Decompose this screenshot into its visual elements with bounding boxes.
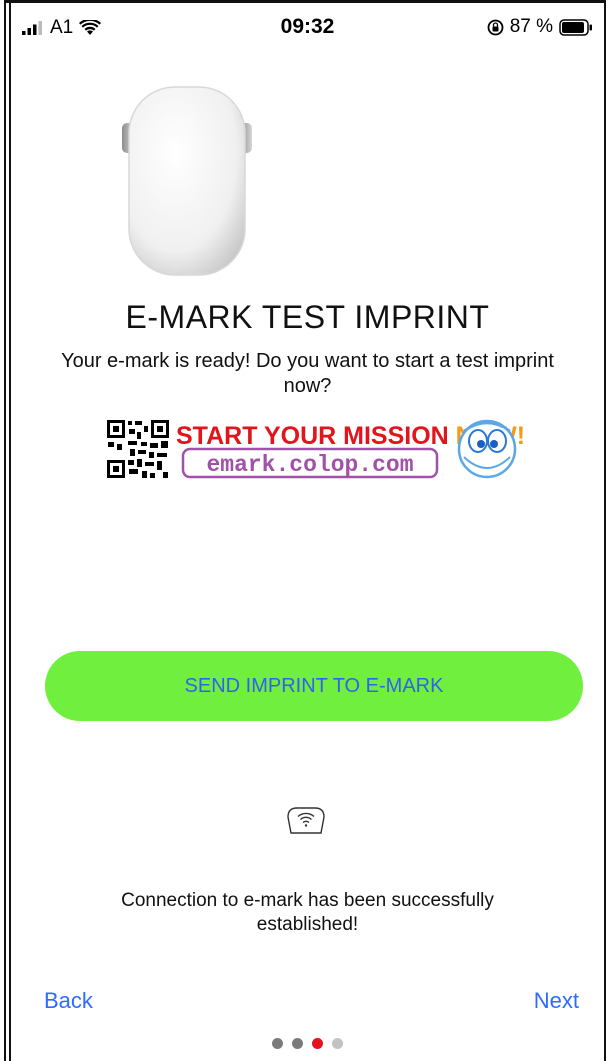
connection-status-text: Connection to e-mark has been successful… <box>121 890 494 935</box>
page-dot <box>332 1038 343 1049</box>
page-dot-active <box>312 1038 323 1049</box>
rotation-lock-icon <box>487 19 504 35</box>
frame-left-border-inner <box>9 0 11 1061</box>
screen: A1 09:32 87 % E-MARK TEST IMPRINT Your e… <box>12 3 603 1061</box>
status-bar: A1 09:32 87 % <box>12 3 603 49</box>
back-button[interactable]: Back <box>44 988 93 1014</box>
page-title: E-MARK TEST IMPRINT <box>125 299 490 335</box>
emark-device-image <box>122 86 252 276</box>
page-dot <box>292 1038 303 1049</box>
battery-percentage: 87 % <box>509 16 553 37</box>
mission-banner: START YOUR MISSION NOW! emark.colop.com <box>106 419 524 479</box>
connection-icon <box>287 807 325 834</box>
page-indicator <box>12 1038 603 1049</box>
frame-right-border <box>604 0 606 1061</box>
page-dot <box>272 1038 283 1049</box>
send-imprint-button[interactable]: SEND IMPRINT TO E-MARK <box>45 651 583 721</box>
banner-url: emark.colop.com <box>206 452 413 478</box>
page-subtitle: Your e-mark is ready! Do you want to sta… <box>61 350 554 397</box>
mascot-icon <box>457 419 517 479</box>
next-button[interactable]: Next <box>534 988 579 1014</box>
frame-left-border <box>4 0 6 1061</box>
status-right: 87 % <box>487 16 593 38</box>
send-imprint-button-label: SEND IMPRINT TO E-MARK <box>184 674 444 697</box>
qr-code-icon <box>106 419 170 479</box>
battery-icon <box>559 18 592 36</box>
